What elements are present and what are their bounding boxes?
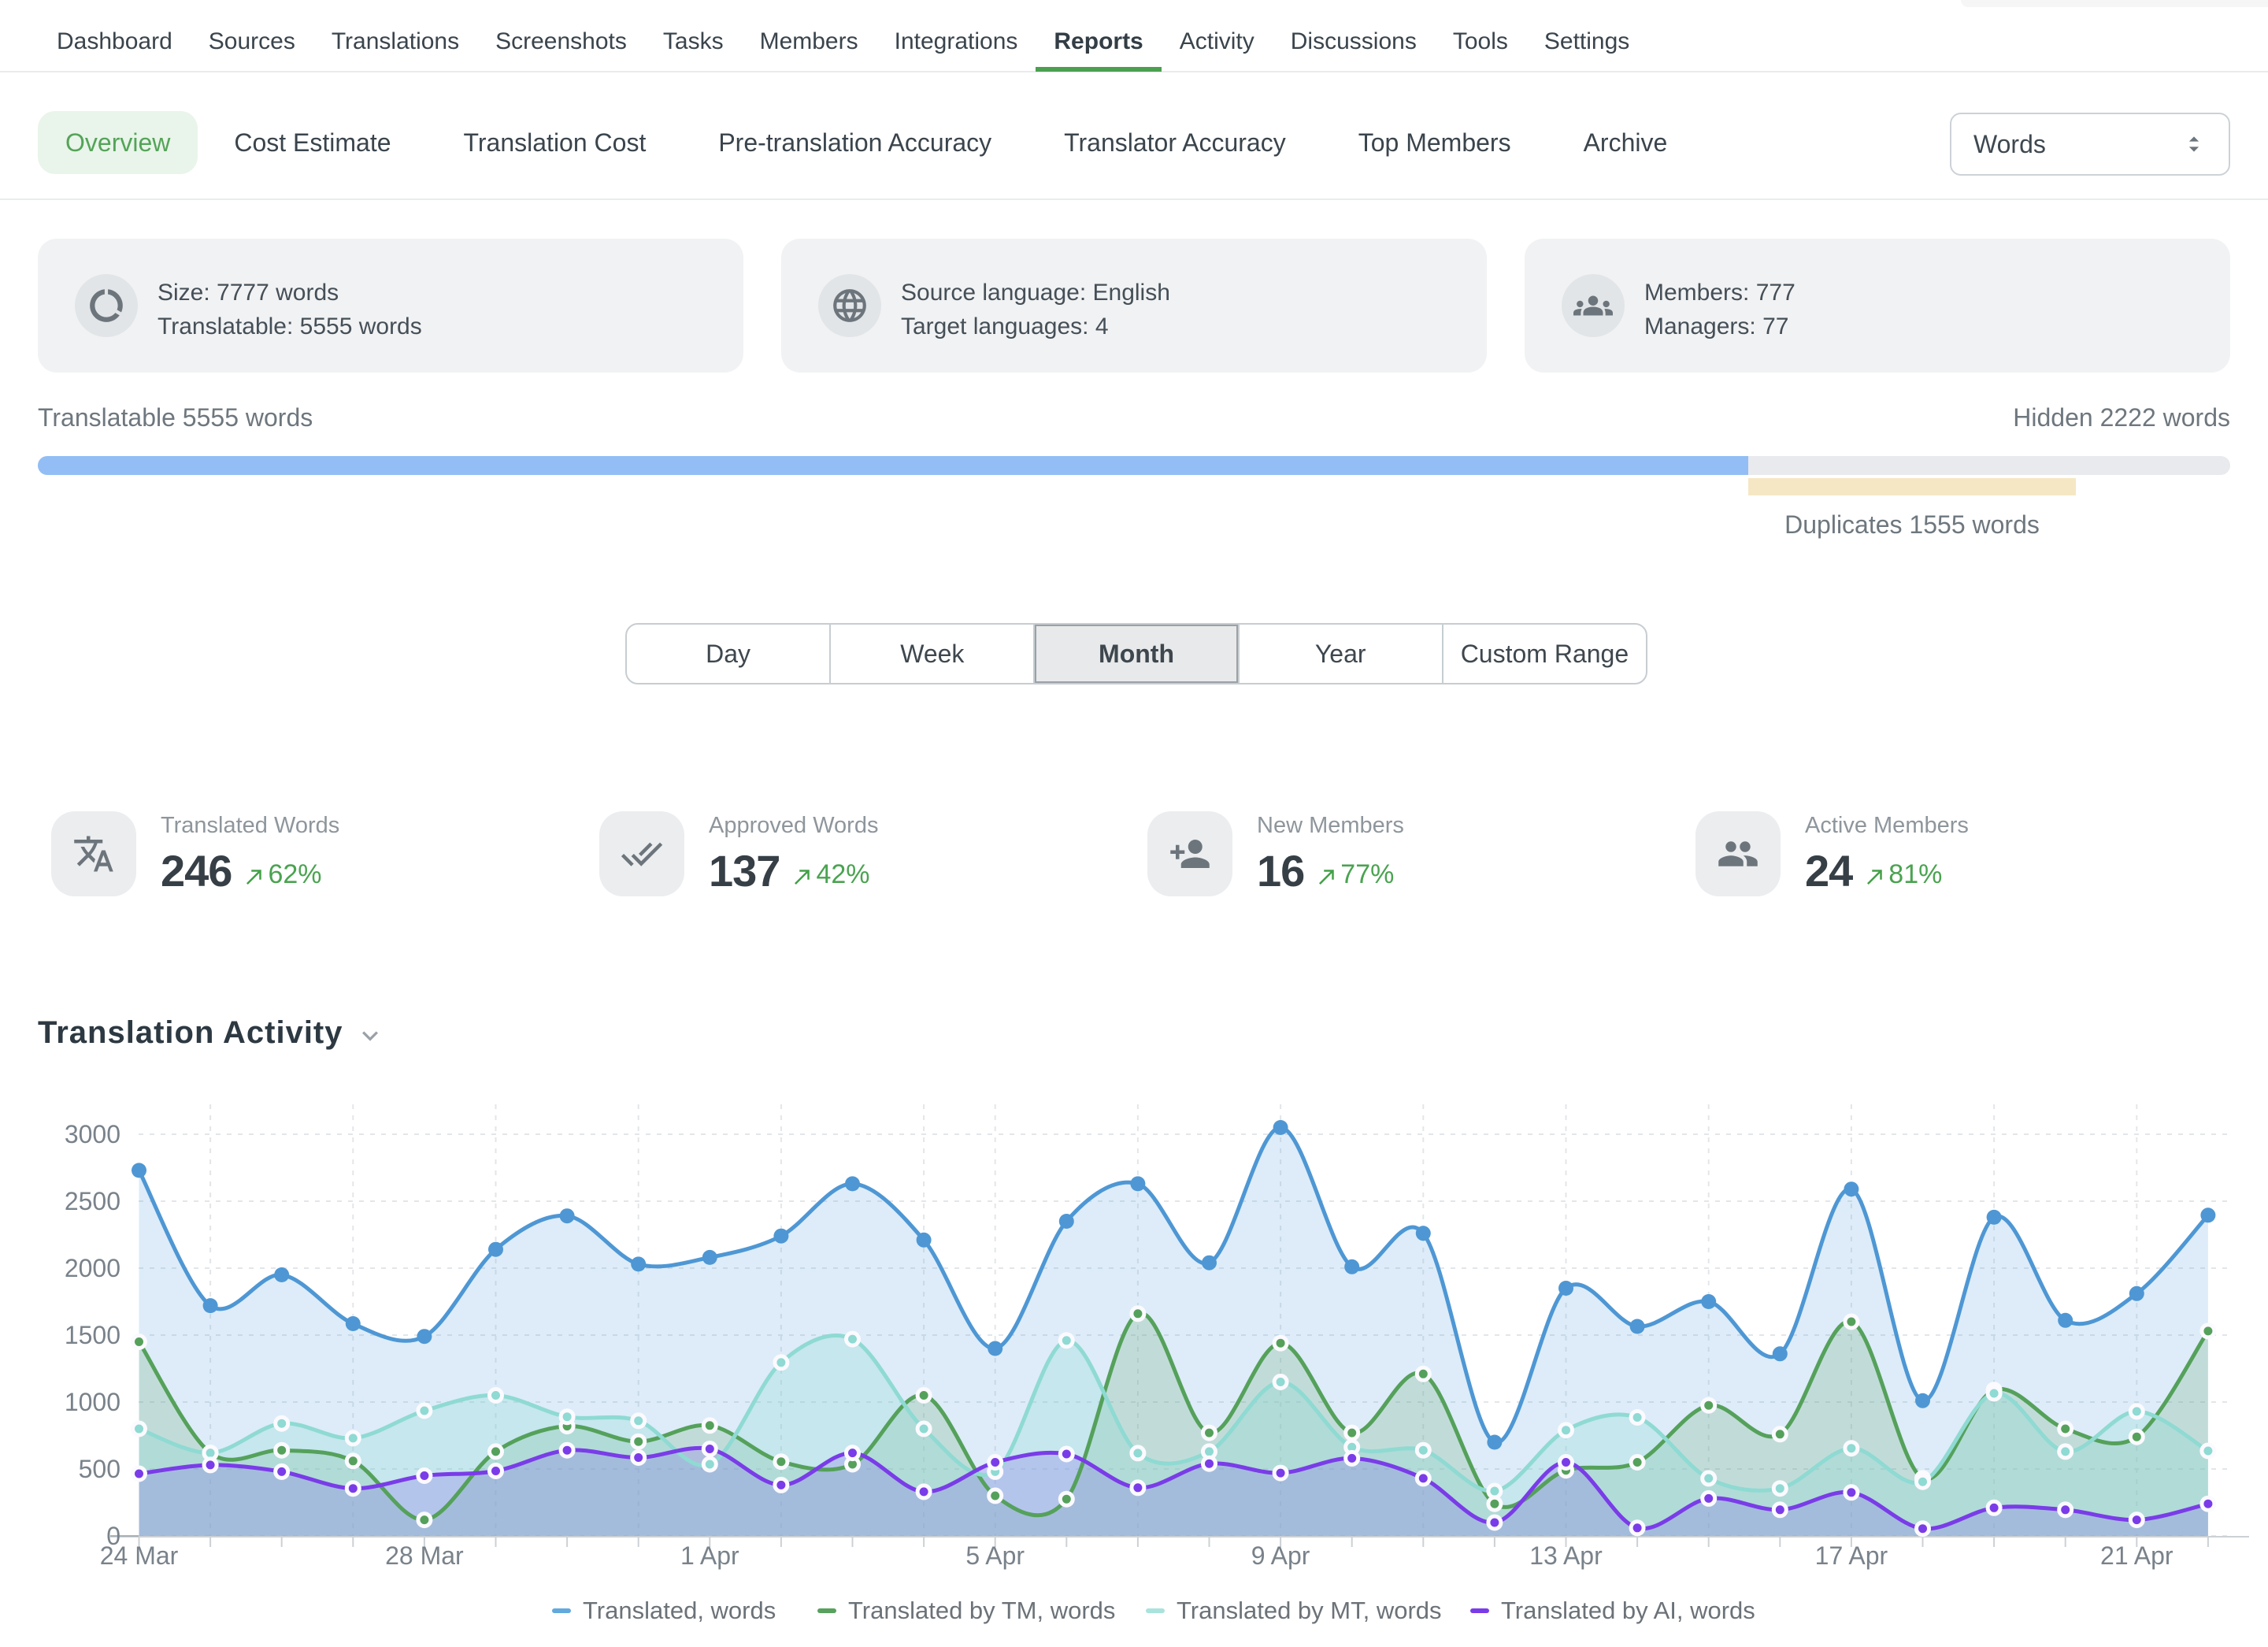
svg-text:13 Apr: 13 Apr: [1529, 1541, 1603, 1570]
svg-text:500: 500: [79, 1455, 120, 1483]
svg-text:2000: 2000: [65, 1254, 120, 1282]
svg-text:21 Apr: 21 Apr: [2100, 1541, 2174, 1570]
svg-text:9 Apr: 9 Apr: [1251, 1541, 1310, 1570]
svg-text:1000: 1000: [65, 1388, 120, 1416]
svg-text:2500: 2500: [65, 1187, 120, 1215]
svg-text:3000: 3000: [65, 1120, 120, 1148]
svg-text:17 Apr: 17 Apr: [1815, 1541, 1888, 1570]
svg-text:1500: 1500: [65, 1321, 120, 1349]
svg-text:28 Mar: 28 Mar: [385, 1541, 464, 1570]
svg-text:1 Apr: 1 Apr: [680, 1541, 739, 1570]
svg-text:0: 0: [106, 1522, 120, 1550]
svg-text:5 Apr: 5 Apr: [965, 1541, 1025, 1570]
